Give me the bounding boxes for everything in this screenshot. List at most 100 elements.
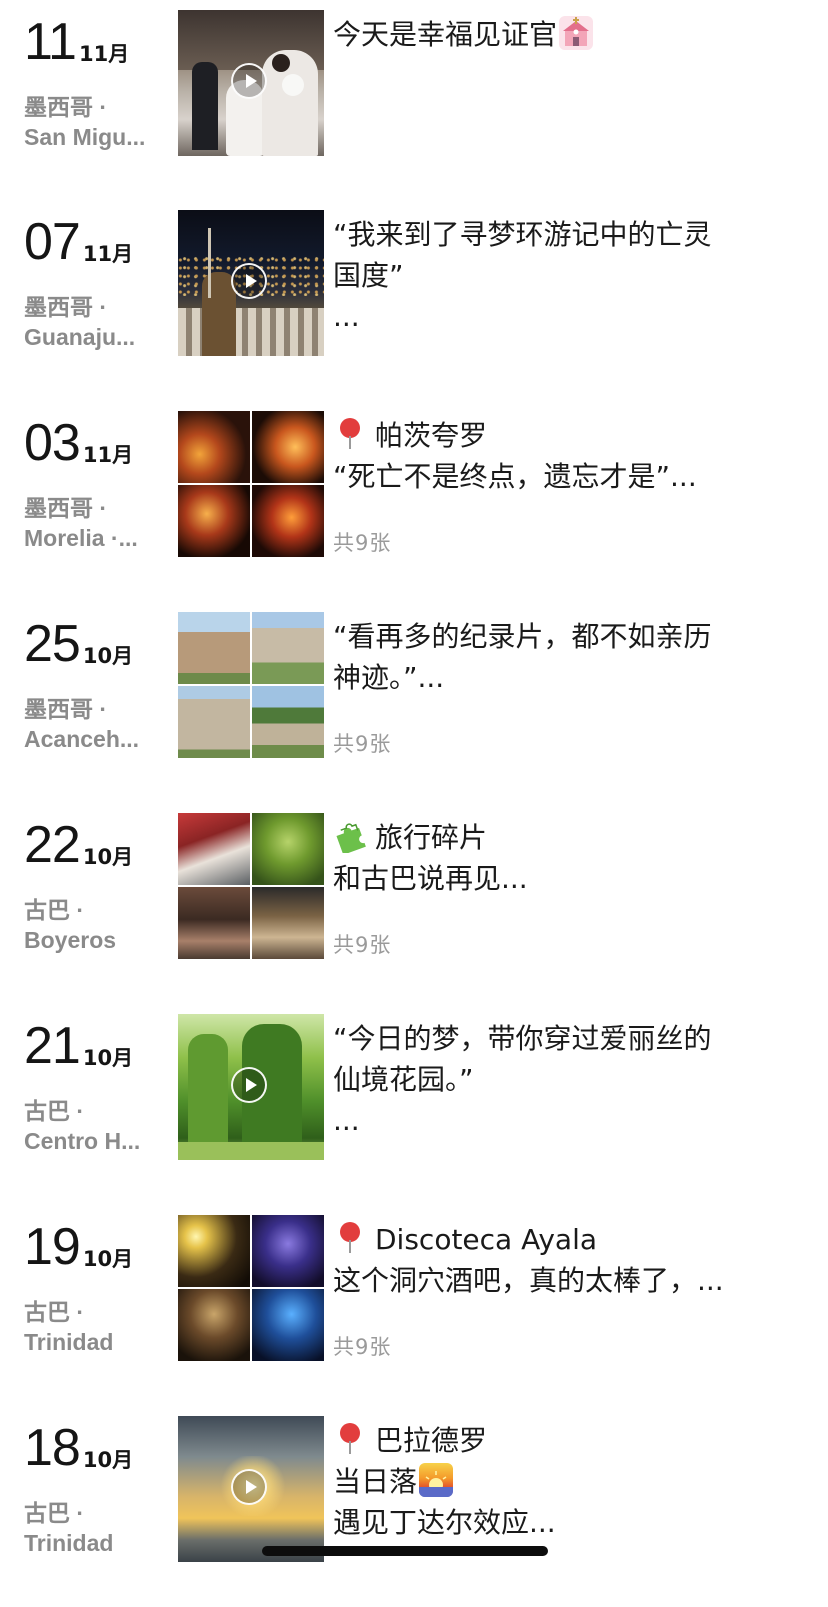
post-country: 墨西哥 · (24, 696, 108, 722)
photo-count: 共9张 (333, 732, 392, 756)
wedding-icon (559, 16, 594, 50)
photo-grid[interactable] (178, 813, 324, 959)
post-date: 18 10月 (24, 1418, 133, 1478)
photo-count: 共9张 (333, 531, 392, 555)
photo-thumbnail[interactable] (252, 686, 324, 758)
post-city: Acanceh... (24, 726, 140, 752)
post-date: 22 10月 (24, 815, 133, 875)
post-month: 10月 (82, 644, 134, 668)
photo-thumbnail[interactable] (178, 686, 250, 758)
caption-line: 遇见丁达尔效应... (333, 1506, 556, 1539)
caption-line: 今天是幸福见证官 (333, 14, 773, 55)
caption-line: ... (333, 1104, 360, 1137)
post-country: 古巴 · (24, 1500, 85, 1526)
photo-thumbnail[interactable] (178, 411, 250, 483)
play-icon[interactable] (231, 1067, 267, 1103)
caption-line: 这个洞穴酒吧，真的太棒了，... (333, 1264, 724, 1297)
post-caption: Discoteca Ayala 这个洞穴酒吧，真的太棒了，... (333, 1219, 773, 1301)
photo-grid[interactable] (178, 411, 324, 557)
caption-line: 旅行碎片 (333, 817, 773, 858)
photo-thumbnail[interactable] (252, 813, 324, 885)
post-country: 古巴 · (24, 1299, 85, 1325)
post-city: Trinidad (24, 1530, 114, 1556)
post-location: 墨西哥 · Acanceh... (24, 694, 164, 754)
caption-text: 今天是幸福见证官 (333, 18, 558, 51)
post-location: 墨西哥 · San Migu... (24, 92, 164, 152)
post-city: Centro H... (24, 1128, 141, 1154)
post-item[interactable]: 25 10月 墨西哥 · Acanceh... “看再多的纪录片，都不如亲历 神迹… (0, 612, 828, 762)
location-pin-icon (339, 1221, 361, 1253)
puzzle-icon (333, 817, 369, 855)
photo-thumbnail[interactable] (252, 887, 324, 959)
caption-line: “今日的梦，带你穿过爱丽丝的 (333, 1022, 712, 1055)
caption-line: “我来到了寻梦环游记中的亡灵 (333, 218, 712, 251)
photo-grid[interactable] (178, 1215, 324, 1361)
post-city: Morelia ·... (24, 525, 138, 551)
caption-line: 和古巴说再见... (333, 862, 528, 895)
post-city: Boyeros (24, 927, 117, 953)
post-city: San Migu... (24, 124, 146, 150)
video-thumbnail[interactable] (178, 1014, 324, 1160)
post-date: 21 10月 (24, 1016, 133, 1076)
photo-thumbnail[interactable] (178, 887, 250, 959)
caption-line: 帕茨夸罗 (333, 415, 773, 456)
video-thumbnail[interactable] (178, 210, 324, 356)
photo-thumbnail[interactable] (178, 813, 250, 885)
post-day: 25 (24, 615, 81, 673)
caption-text: 当日落 (333, 1465, 418, 1498)
caption-line: 仙境花园。” (333, 1063, 474, 1096)
post-day: 11 (24, 13, 77, 71)
caption-text: Discoteca Ayala (375, 1223, 598, 1256)
caption-text: 旅行碎片 (375, 821, 488, 854)
caption-line: 神迹。”... (333, 661, 445, 694)
post-item[interactable]: 19 10月 古巴 · Trinidad Discoteca Ayala 这个洞穴… (0, 1215, 828, 1365)
post-city: Guanaju... (24, 324, 136, 350)
caption-line: “看再多的纪录片，都不如亲历 (333, 620, 712, 653)
post-caption: 帕茨夸罗 “死亡不是终点，遗忘才是”... (333, 415, 773, 497)
photo-thumbnail[interactable] (178, 485, 250, 557)
post-city: Trinidad (24, 1329, 114, 1355)
post-item[interactable]: 07 11月 墨西哥 · Guanaju... “我来到了寻梦环游记中的亡灵 国度… (0, 210, 828, 360)
play-icon[interactable] (231, 263, 267, 299)
post-item[interactable]: 22 10月 古巴 · Boyeros 旅行碎片 和古巴说再见... 共9张 (0, 813, 828, 963)
post-caption: 巴拉德罗 当日落 遇见丁达尔效应... (333, 1420, 773, 1543)
photo-grid[interactable] (178, 612, 324, 758)
post-item[interactable]: 21 10月 古巴 · Centro H... “今日的梦，带你穿过爱丽丝的 仙境… (0, 1014, 828, 1164)
post-date: 25 10月 (24, 614, 133, 674)
post-day: 21 (24, 1017, 81, 1075)
photo-count: 共9张 (333, 1335, 392, 1359)
photo-thumbnail[interactable] (252, 1289, 324, 1361)
photo-thumbnail[interactable] (178, 1289, 250, 1361)
photo-thumbnail[interactable] (252, 1215, 324, 1287)
post-month: 11月 (82, 443, 134, 467)
caption-line: 巴拉德罗 (333, 1420, 773, 1461)
photo-thumbnail[interactable] (178, 1215, 250, 1287)
photo-thumbnail[interactable] (252, 612, 324, 684)
photo-thumbnail[interactable] (252, 411, 324, 483)
post-country: 古巴 · (24, 897, 85, 923)
post-day: 22 (24, 816, 81, 874)
photo-count: 共9张 (333, 933, 392, 957)
post-location: 墨西哥 · Guanaju... (24, 292, 164, 352)
post-caption: “看再多的纪录片，都不如亲历 神迹。”... (333, 616, 773, 698)
post-location: 墨西哥 · Morelia ·... (24, 493, 164, 553)
photo-thumbnail[interactable] (178, 612, 250, 684)
post-item[interactable]: 11 11月 墨西哥 · San Migu... 今天是幸福见证官 (0, 10, 828, 160)
post-month: 10月 (82, 1448, 134, 1472)
caption-text: 帕茨夸罗 (375, 419, 488, 452)
caption-line: Discoteca Ayala (333, 1219, 773, 1260)
post-location: 古巴 · Boyeros (24, 895, 164, 955)
home-indicator[interactable] (262, 1546, 548, 1556)
video-thumbnail[interactable] (178, 1416, 324, 1562)
post-caption: 今天是幸福见证官 (333, 14, 773, 55)
play-icon[interactable] (231, 1469, 267, 1505)
post-item[interactable]: 03 11月 墨西哥 · Morelia ·... 帕茨夸罗 “死亡不是终点，遗忘… (0, 411, 828, 561)
video-thumbnail[interactable] (178, 10, 324, 156)
location-pin-icon (339, 417, 361, 449)
post-date: 03 11月 (24, 413, 133, 473)
play-icon[interactable] (231, 63, 267, 99)
post-item[interactable]: 18 10月 古巴 · Trinidad 巴拉德罗 当日落 遇见丁达尔效应... (0, 1416, 828, 1566)
caption-line: ... (333, 300, 360, 333)
photo-thumbnail[interactable] (252, 485, 324, 557)
caption-line: 国度” (333, 259, 404, 292)
